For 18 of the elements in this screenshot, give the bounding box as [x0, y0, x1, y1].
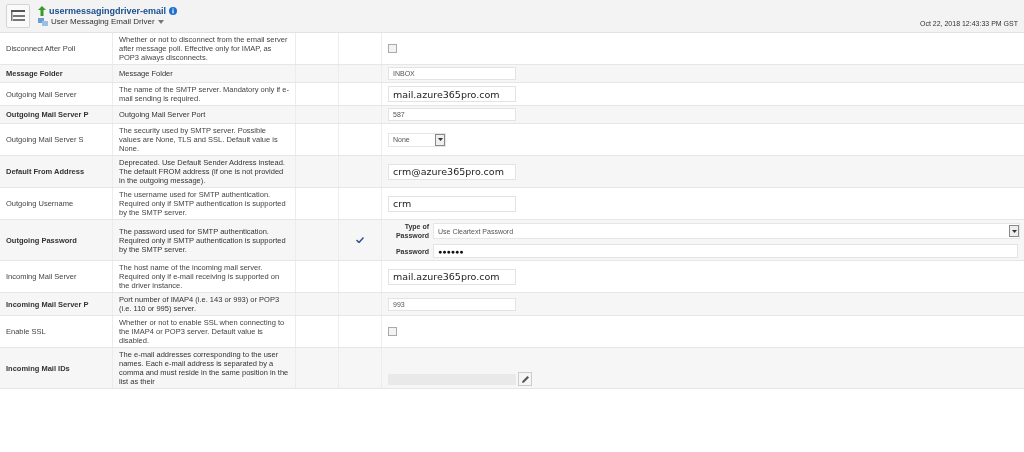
edit-button[interactable] [518, 372, 532, 386]
target-subtitle: User Messaging Email Driver [51, 17, 155, 26]
menu-icon [11, 10, 25, 22]
text-field[interactable]: mail.azure365pro.com [388, 268, 516, 285]
checkbox[interactable] [388, 327, 397, 336]
menu-button[interactable] [6, 4, 30, 28]
text-field[interactable]: crm@azure365pro.com [388, 163, 516, 180]
up-arrow-icon [38, 6, 46, 16]
info-icon[interactable] [169, 7, 178, 15]
text-field[interactable]: crm [388, 195, 516, 212]
target-menu[interactable]: User Messaging Email Driver [38, 17, 178, 26]
checkbox[interactable] [388, 44, 397, 53]
caret-icon [1011, 229, 1017, 233]
caret-icon [437, 138, 443, 141]
target-title[interactable]: usermessagingdriver-email [49, 6, 167, 16]
pencil-icon [520, 374, 530, 384]
text-field[interactable]: mail.azure365pro.com [388, 86, 516, 102]
caret-icon [157, 19, 164, 24]
